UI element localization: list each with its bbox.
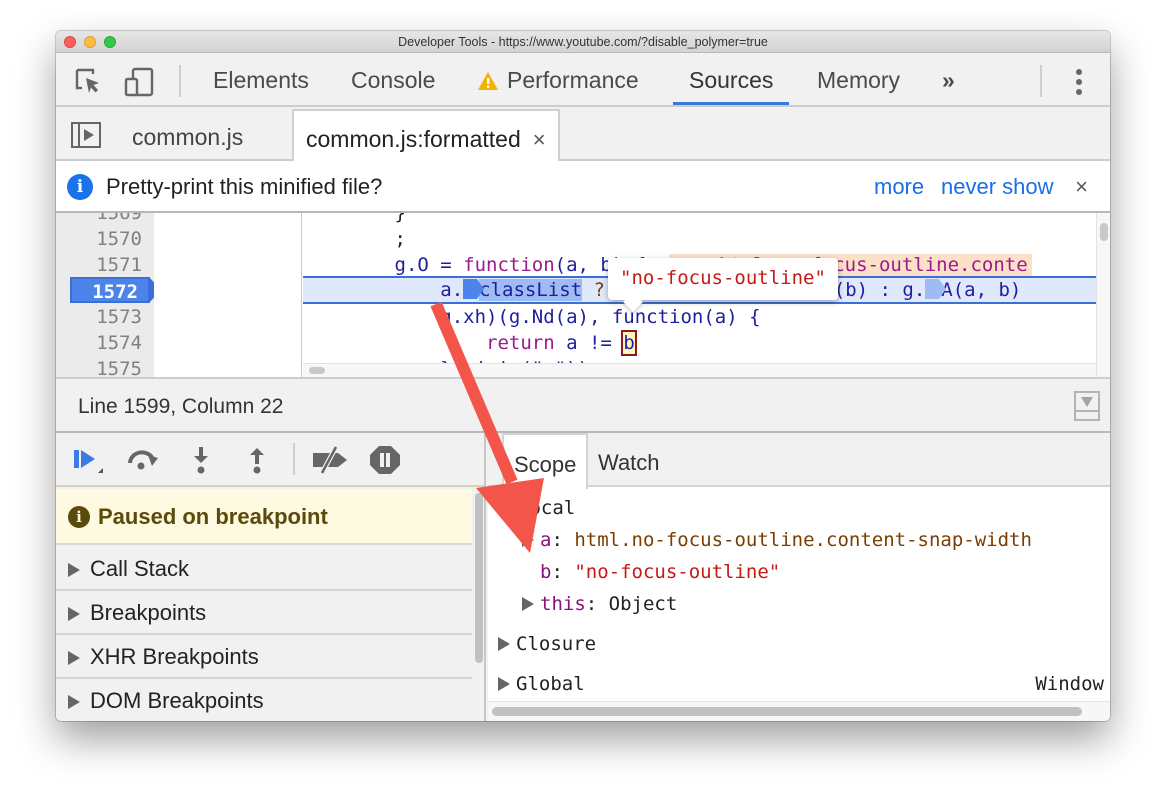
info-icon: i [68, 506, 90, 528]
zoom-window-button[interactable] [104, 36, 116, 48]
toggle-navigator-icon[interactable] [70, 121, 101, 151]
infobar-message: Pretty-print this minified file? [106, 174, 383, 199]
expand-triangle-icon [498, 677, 510, 691]
scope-closure[interactable]: Closure [498, 629, 596, 659]
info-icon: i [67, 174, 93, 200]
title-bar: Developer Tools - https://www.youtube.co… [56, 31, 1110, 53]
cursor-position: Line 1599, Column 22 [78, 395, 284, 418]
more-link[interactable]: more [874, 161, 924, 213]
scrollbar-thumb[interactable] [475, 493, 483, 663]
section-breakpoints[interactable]: Breakpoints [56, 591, 472, 635]
line-number[interactable]: 1573 [56, 304, 142, 330]
window-title: Developer Tools - https://www.youtube.co… [398, 35, 768, 49]
debugger-toolbar [56, 433, 484, 487]
expand-triangle-icon [68, 563, 80, 577]
tab-performance-label: Performance [507, 67, 639, 93]
line-number-gutter[interactable]: 1569 1570 1571 1572 1573 1574 1575 [56, 213, 161, 377]
scope-var-b[interactable]: b: "no-focus-outline" [540, 557, 780, 587]
code-line: ; [303, 228, 406, 250]
scope-horizontal-scrollbar[interactable] [488, 701, 1110, 721]
expand-triangle-icon [68, 695, 80, 709]
scrollbar-thumb[interactable] [492, 707, 1082, 716]
scrollbar-thumb[interactable] [309, 367, 325, 374]
line-number[interactable]: 1571 [56, 252, 142, 278]
paused-message: Paused on breakpoint [98, 504, 328, 529]
minimize-window-button[interactable] [84, 36, 96, 48]
continue-to-location-marker[interactable] [463, 279, 485, 299]
collapse-triangle-icon [498, 503, 512, 515]
close-window-button[interactable] [64, 36, 76, 48]
tab-performance[interactable]: Performance [461, 53, 655, 105]
editor-horizontal-scrollbar[interactable] [303, 363, 1096, 377]
step-over-icon[interactable] [126, 445, 160, 475]
toolbar-separator [179, 65, 181, 97]
breakpoint-line-number[interactable]: 1572 [70, 277, 161, 303]
tab-elements[interactable]: Elements [197, 53, 325, 105]
pretty-print-infobar: i Pretty-print this minified file? more … [56, 161, 1110, 213]
step-out-icon[interactable] [240, 445, 274, 475]
scope-var-this[interactable]: this: Object [522, 589, 677, 619]
section-xhr-breakpoints[interactable]: XHR Breakpoints [56, 635, 472, 679]
code-line: return a != b [303, 330, 637, 356]
file-tab-common-js-formatted[interactable]: common.js:formatted × [292, 109, 560, 163]
sidebar-tab-bar: Scope Watch [488, 433, 1110, 489]
hovered-token[interactable]: b [621, 330, 637, 356]
scope-local[interactable]: Local [498, 493, 575, 523]
more-tabs-button[interactable]: » [926, 53, 971, 105]
tab-console[interactable]: Console [335, 53, 451, 105]
main-toolbar: Elements Console Performance Sources Mem… [56, 53, 1110, 107]
pause-on-exceptions-icon[interactable] [368, 445, 402, 475]
section-call-stack[interactable]: Call Stack [56, 547, 472, 591]
expand-triangle-icon [68, 651, 80, 665]
devtools-window: Developer Tools - https://www.youtube.co… [56, 31, 1110, 721]
global-value: Window [1035, 673, 1104, 695]
expand-triangle-icon [522, 533, 534, 547]
file-tab-label: common.js:formatted [306, 126, 521, 152]
expand-triangle-icon [522, 597, 534, 611]
close-infobar-icon[interactable]: × [1075, 161, 1088, 213]
debugger-sidebar: i Paused on breakpoint Call Stack Breakp… [56, 433, 486, 721]
code-line: g.xh)(g.Nd(a), function(a) { [303, 306, 761, 328]
resume-icon[interactable] [70, 445, 104, 475]
scrollbar-thumb[interactable] [1100, 223, 1108, 241]
warning-icon [477, 56, 499, 110]
value-popover: "no-focus-outline" [608, 258, 838, 300]
tab-scope[interactable]: Scope [502, 433, 589, 489]
sidebar-vertical-scrollbar[interactable] [474, 491, 484, 721]
scope-var-a[interactable]: a: html.no-focus-outline.content-snap-wi… [522, 525, 1032, 555]
editor-vertical-scrollbar[interactable] [1096, 213, 1110, 377]
file-tab-bar: common.js common.js:formatted × [56, 109, 1110, 163]
line-number[interactable]: 1569 [56, 213, 142, 226]
code-line: } [303, 213, 406, 224]
deactivate-breakpoints-icon[interactable] [310, 445, 350, 475]
paused-banner: i Paused on breakpoint [56, 489, 472, 545]
expand-triangle-icon [498, 637, 510, 651]
kebab-menu-icon[interactable] [1064, 67, 1094, 97]
editor-status-bar: Line 1599, Column 22 [56, 379, 1110, 433]
expand-triangle-icon [68, 607, 80, 621]
toggle-debugger-sidebar-icon[interactable] [1074, 391, 1100, 421]
step-into-icon[interactable] [184, 445, 218, 475]
code-editor[interactable]: 1569 1570 1571 1572 1573 1574 1575 } ; g… [56, 213, 1110, 379]
file-tab-common-js[interactable]: common.js [120, 109, 255, 161]
toolbar-separator [293, 443, 295, 475]
tab-memory[interactable]: Memory [801, 53, 916, 105]
section-dom-breakpoints[interactable]: DOM Breakpoints [56, 679, 472, 721]
continue-to-location-marker[interactable] [925, 279, 947, 299]
inspect-element-icon[interactable] [74, 67, 104, 97]
device-toolbar-icon[interactable] [124, 67, 154, 97]
toolbar-separator [1040, 65, 1042, 97]
close-tab-icon[interactable]: × [533, 127, 546, 152]
selected-expression[interactable]: classList [479, 279, 583, 301]
scope-watch-pane: Scope Watch Local a: html.no-focus-outli… [488, 433, 1110, 721]
line-number[interactable]: 1570 [56, 226, 142, 252]
line-number[interactable]: 1574 [56, 330, 142, 356]
line-number[interactable]: 1575 [56, 356, 142, 377]
tab-watch[interactable]: Watch [588, 433, 670, 487]
tab-sources[interactable]: Sources [673, 53, 790, 105]
gutter-spacer [154, 213, 302, 377]
never-show-link[interactable]: never show [941, 161, 1054, 213]
scope-global[interactable]: Global Window [498, 669, 1104, 699]
